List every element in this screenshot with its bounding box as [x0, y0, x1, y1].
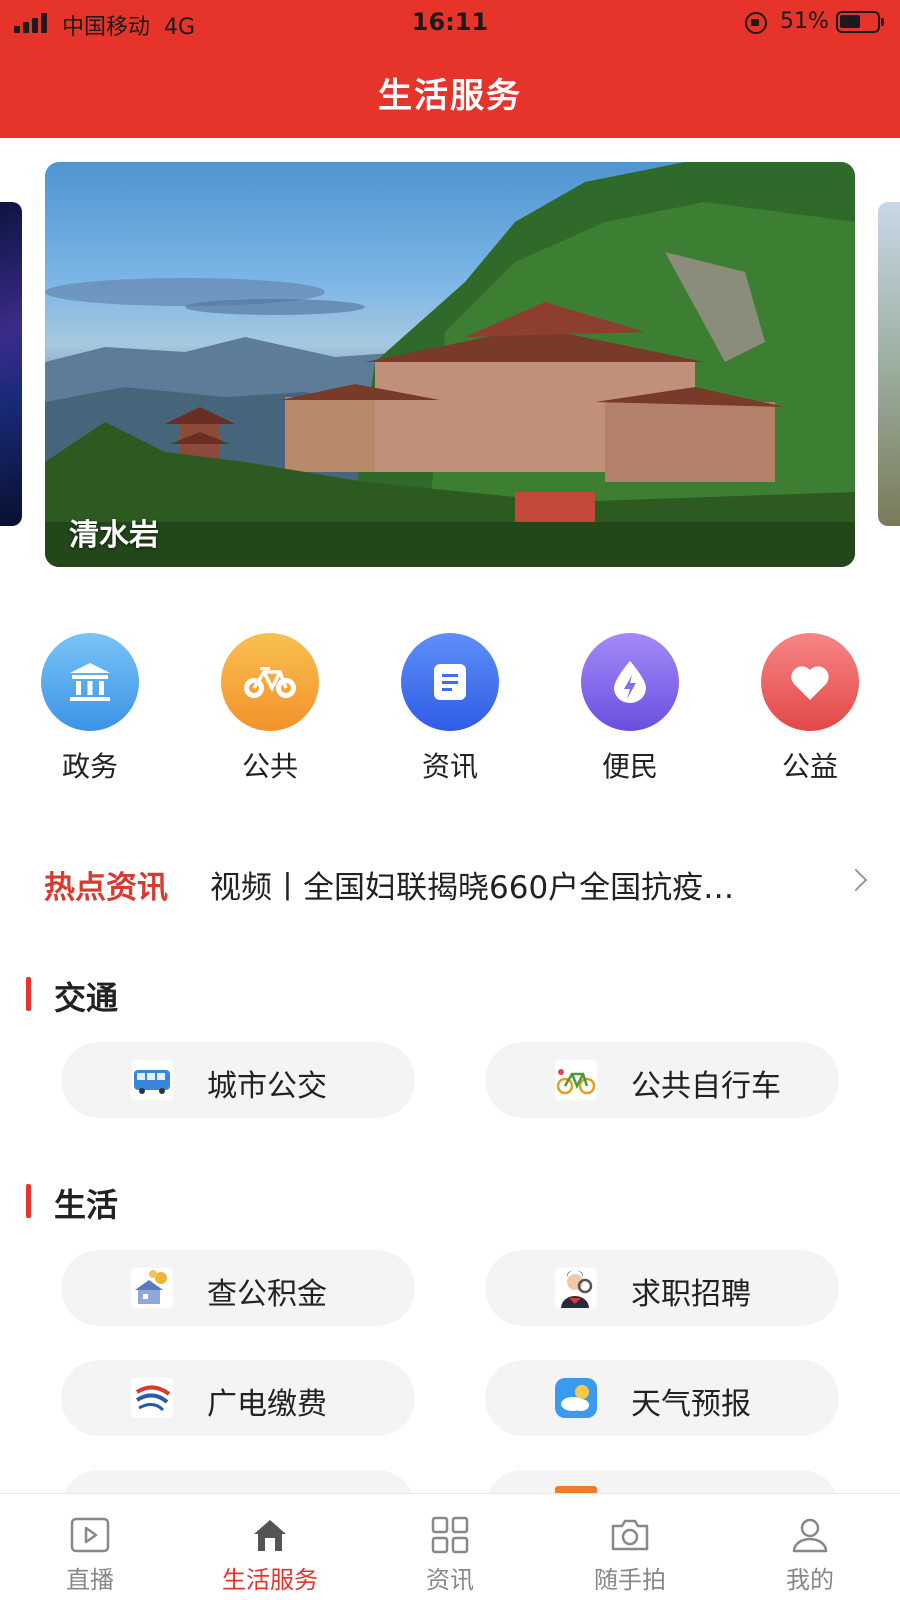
nav-label: 我的 — [786, 1566, 834, 1594]
banner-slide[interactable]: 清水岩 — [45, 162, 855, 567]
service-label: 广电缴费 — [207, 1387, 327, 1422]
section-title-text: 交通 — [54, 979, 119, 1017]
bicycle-icon — [221, 633, 319, 731]
nav-tab-snapshot[interactable]: 随手拍 — [540, 1494, 720, 1600]
nav-tab-news[interactable]: 资讯 — [360, 1494, 540, 1600]
hot-news-headline[interactable]: 视频丨全国妇联揭晓660户全国抗疫… — [210, 862, 810, 907]
rotation-lock-icon — [745, 12, 767, 34]
bus-icon — [131, 1060, 173, 1100]
bicycle-icon — [555, 1060, 597, 1100]
category-label: 便民 — [601, 750, 658, 783]
grid-icon — [431, 1516, 469, 1554]
government-building-icon — [41, 633, 139, 731]
category-label: 资讯 — [421, 750, 478, 783]
nav-label: 直播 — [66, 1566, 114, 1594]
chevron-right-icon[interactable] — [844, 868, 868, 892]
service-label: 查公积金 — [207, 1277, 327, 1312]
app-header: 中国移动 4G 16:11 51% 生活服务 — [0, 0, 900, 138]
category-convenience[interactable]: 便民 — [560, 633, 700, 785]
page-title: 生活服务 — [378, 76, 522, 116]
section-title-text: 生活 — [54, 1186, 119, 1224]
heart-icon — [761, 633, 859, 731]
category-public[interactable]: 公共 — [200, 633, 340, 785]
broadcast-payment-icon — [131, 1378, 173, 1418]
service-broadcast-payment[interactable]: 广电缴费 — [61, 1360, 415, 1436]
service-label: 公共自行车 — [631, 1069, 781, 1104]
nav-label: 生活服务 — [222, 1566, 318, 1594]
banner-caption: 清水岩 — [69, 518, 159, 553]
service-label: 求职招聘 — [631, 1277, 751, 1312]
service-city-bus[interactable]: 城市公交 — [61, 1042, 415, 1118]
section-accent-bar — [26, 1184, 31, 1218]
camera-icon — [611, 1519, 649, 1551]
home-icon — [254, 1520, 286, 1551]
category-label: 公益 — [781, 750, 838, 783]
category-government[interactable]: 政务 — [20, 633, 160, 785]
bottom-nav: 直播 生活服务 资讯 随手拍 我的 — [0, 1493, 900, 1600]
banner-image — [45, 162, 855, 567]
nav-label: 随手拍 — [594, 1566, 666, 1594]
document-icon — [401, 633, 499, 731]
job-search-icon — [555, 1268, 597, 1308]
category-label: 公共 — [241, 750, 298, 783]
service-public-bicycle[interactable]: 公共自行车 — [485, 1042, 839, 1118]
banner-prev-slide[interactable] — [0, 202, 22, 526]
service-label: 天气预报 — [631, 1387, 751, 1422]
service-label: 城市公交 — [207, 1069, 327, 1104]
battery-percentage: 51% — [780, 9, 829, 34]
service-housing-fund[interactable]: 查公积金 — [61, 1250, 415, 1326]
banner-next-slide[interactable] — [878, 202, 900, 526]
status-bar: 中国移动 4G 16:11 51% — [0, 0, 900, 46]
play-icon — [70, 1517, 110, 1553]
nav-label: 资讯 — [426, 1566, 474, 1594]
category-news[interactable]: 资讯 — [380, 633, 520, 785]
service-weather[interactable]: 天气预报 — [485, 1360, 839, 1436]
nav-tab-profile[interactable]: 我的 — [720, 1494, 900, 1600]
section-accent-bar — [26, 977, 31, 1011]
hot-news-label: 热点资讯 — [44, 870, 168, 906]
category-charity[interactable]: 公益 — [740, 633, 880, 785]
service-job-search[interactable]: 求职招聘 — [485, 1250, 839, 1326]
weather-icon — [555, 1378, 597, 1418]
battery-icon — [836, 11, 884, 33]
water-drop-icon — [581, 633, 679, 731]
hot-news-ticker[interactable]: 热点资讯 视频丨全国妇联揭晓660户全国抗疫… — [44, 860, 868, 907]
category-label: 政务 — [61, 750, 118, 783]
user-icon — [792, 1518, 828, 1553]
nav-tab-life-services[interactable]: 生活服务 — [180, 1494, 360, 1600]
nav-tab-live[interactable]: 直播 — [0, 1494, 180, 1600]
category-grid: 政务 公共 资讯 便民 公益 — [0, 633, 900, 793]
housing-fund-icon — [131, 1268, 173, 1308]
